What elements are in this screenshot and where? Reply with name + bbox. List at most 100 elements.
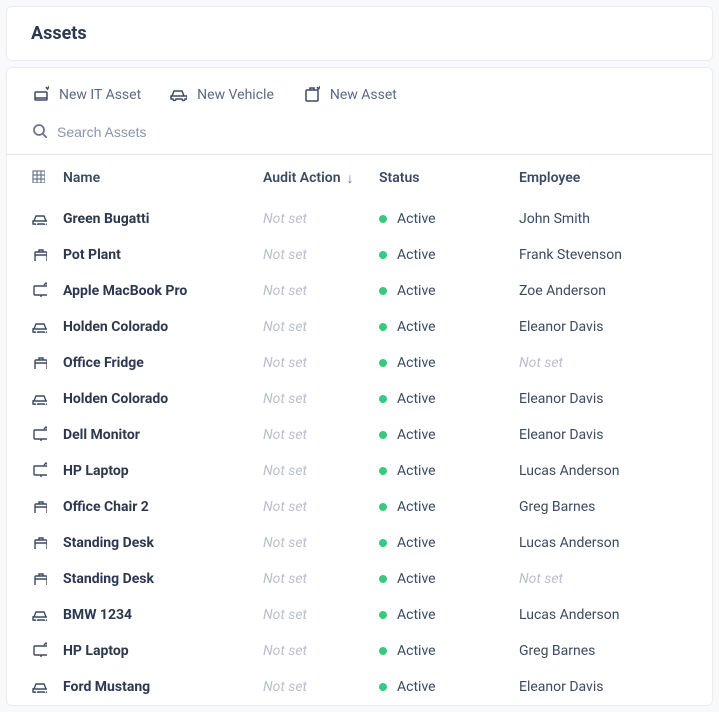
it-icon — [7, 273, 55, 309]
status-cell: Active — [371, 525, 511, 561]
column-header-name[interactable]: Name — [55, 155, 255, 201]
table-row[interactable]: Standing DeskNot setActiveNot set — [7, 561, 712, 597]
status-label: Active — [397, 391, 436, 407]
audit-action-cell: Not set — [255, 273, 371, 309]
status-dot-icon — [379, 359, 387, 367]
column-header-status[interactable]: Status — [371, 155, 511, 201]
status-dot-icon — [379, 323, 387, 331]
status-label: Active — [397, 571, 436, 587]
table-row[interactable]: Standing DeskNot setActiveLucas Anderson — [7, 525, 712, 561]
status-cell: Active — [371, 273, 511, 309]
table-row[interactable]: Office Chair 2Not setActiveGreg Barnes — [7, 489, 712, 525]
status-dot-icon — [379, 539, 387, 547]
employee-cell: Greg Barnes — [511, 633, 712, 669]
audit-action-cell: Not set — [255, 201, 371, 237]
asset-name: Green Bugatti — [55, 201, 255, 237]
vehicle-icon — [7, 669, 55, 705]
status-dot-icon — [379, 611, 387, 619]
status-cell: Active — [371, 669, 511, 705]
status-cell: Active — [371, 597, 511, 633]
new-it-asset-button[interactable]: New IT Asset — [31, 84, 141, 106]
audit-action-cell: Not set — [255, 633, 371, 669]
audit-action-cell: Not set — [255, 597, 371, 633]
table-row[interactable]: Apple MacBook ProNot setActiveZoe Anders… — [7, 273, 712, 309]
status-dot-icon — [379, 503, 387, 511]
status-dot-icon — [379, 431, 387, 439]
status-cell: Active — [371, 381, 511, 417]
audit-action-cell: Not set — [255, 309, 371, 345]
toolbar: New IT Asset New Vehicle New Asset — [7, 68, 712, 116]
asset-name: Office Fridge — [55, 345, 255, 381]
asset-name: Dell Monitor — [55, 417, 255, 453]
table-row[interactable]: Office FridgeNot setActiveNot set — [7, 345, 712, 381]
table-row[interactable]: Green BugattiNot set Active John Smith — [7, 201, 712, 237]
new-asset-label: New Asset — [330, 87, 397, 103]
status-label: Active — [397, 463, 436, 479]
vehicle-icon — [7, 381, 55, 417]
audit-action-cell: Not set — [255, 237, 371, 273]
table-row[interactable]: BMW 1234Not setActiveLucas Anderson — [7, 597, 712, 633]
table-row[interactable]: Holden ColoradoNot setActiveEleanor Davi… — [7, 381, 712, 417]
employee-cell: Not set — [511, 561, 712, 597]
table-row[interactable]: Pot PlantNot setActiveFrank Stevenson — [7, 237, 712, 273]
assets-panel: New IT Asset New Vehicle New Asset Name — [6, 67, 713, 706]
status-label: Active — [397, 355, 436, 371]
status-label: Active — [397, 643, 436, 659]
employee-cell: Lucas Anderson — [511, 525, 712, 561]
status-label: Active — [397, 679, 436, 695]
status-dot-icon — [379, 287, 387, 295]
asset-name: HP Laptop — [55, 453, 255, 489]
it-icon — [7, 633, 55, 669]
employee-cell: Not set — [511, 345, 712, 381]
box-icon — [7, 525, 55, 561]
table-row[interactable]: Dell MonitorNot setActiveEleanor Davis — [7, 417, 712, 453]
grid-icon — [31, 171, 45, 187]
new-it-asset-label: New IT Asset — [59, 87, 141, 103]
search-icon — [31, 122, 47, 142]
table-row[interactable]: HP LaptopNot setActiveGreg Barnes — [7, 633, 712, 669]
new-asset-button[interactable]: New Asset — [302, 84, 397, 106]
search-input[interactable] — [57, 124, 688, 140]
status-label: Active — [397, 535, 436, 551]
vehicle-icon — [7, 597, 55, 633]
search-row — [7, 116, 712, 155]
audit-action-cell: Not set — [255, 669, 371, 705]
table-row[interactable]: Holden ColoradoNot setActiveEleanor Davi… — [7, 309, 712, 345]
status-cell: Active — [371, 453, 511, 489]
status-label: Active — [397, 247, 436, 263]
status-label: Active — [397, 283, 436, 299]
box-icon — [7, 345, 55, 381]
table-row[interactable]: Ford MustangNot set Active Eleanor Davis — [7, 669, 712, 705]
new-vehicle-button[interactable]: New Vehicle — [169, 84, 274, 106]
employee-cell: Greg Barnes — [511, 489, 712, 525]
vehicle-icon — [7, 201, 55, 237]
employee-cell: Lucas Anderson — [511, 597, 712, 633]
status-label: Active — [397, 319, 436, 335]
employee-cell: John Smith — [511, 201, 712, 237]
column-picker-cell[interactable] — [7, 155, 55, 201]
status-label: Active — [397, 427, 436, 443]
employee-cell: Eleanor Davis — [511, 669, 712, 705]
box-icon — [7, 561, 55, 597]
status-cell: Active — [371, 309, 511, 345]
audit-action-cell: Not set — [255, 345, 371, 381]
employee-cell: Lucas Anderson — [511, 453, 712, 489]
column-header-audit-action[interactable]: Audit Action ↓ — [255, 155, 371, 201]
status-label: Active — [397, 211, 436, 227]
page-title: Assets — [31, 23, 688, 44]
asset-name: Holden Colorado — [55, 309, 255, 345]
table-row[interactable]: HP LaptopNot setActiveLucas Anderson — [7, 453, 712, 489]
status-dot-icon — [379, 251, 387, 259]
vehicle-icon — [7, 309, 55, 345]
asset-name: Ford Mustang — [55, 669, 255, 705]
employee-cell: Frank Stevenson — [511, 237, 712, 273]
audit-action-cell: Not set — [255, 381, 371, 417]
employee-cell: Eleanor Davis — [511, 417, 712, 453]
column-header-employee[interactable]: Employee — [511, 155, 712, 201]
status-cell: Active — [371, 201, 511, 237]
asset-name: Office Chair 2 — [55, 489, 255, 525]
status-cell: Active — [371, 489, 511, 525]
asset-name: BMW 1234 — [55, 597, 255, 633]
status-dot-icon — [379, 575, 387, 583]
audit-action-cell: Not set — [255, 525, 371, 561]
